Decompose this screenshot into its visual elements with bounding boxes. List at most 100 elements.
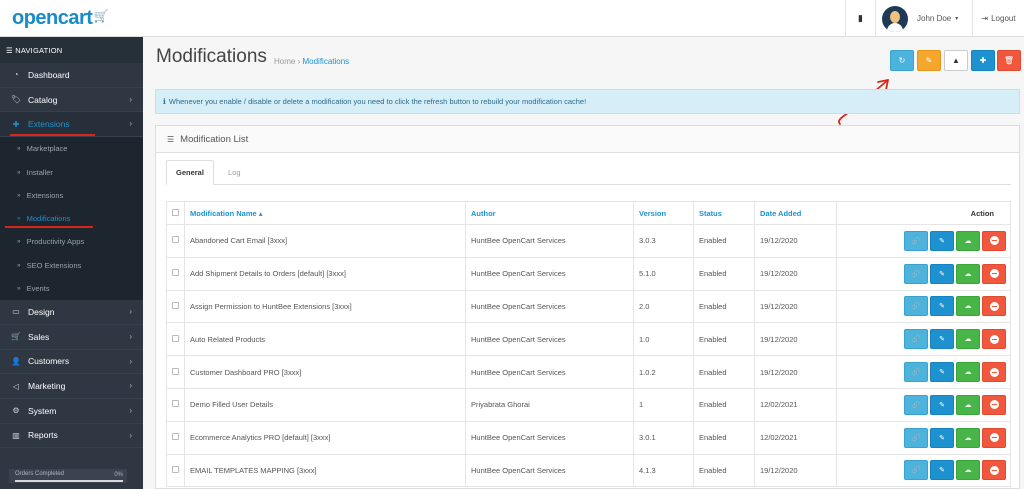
enable-button[interactable]: ☁	[956, 362, 980, 383]
sidebar-subitem-marketplace[interactable]: » Marketplace	[0, 137, 143, 160]
edit-button[interactable]: ✎	[930, 362, 954, 383]
minus-circle-icon	[989, 269, 999, 279]
column-header-status[interactable]: Status	[693, 201, 755, 225]
column-header-date-added[interactable]: Date Added	[754, 201, 837, 225]
sidebar-subitem-seo-extensions[interactable]: » SEO Extensions	[0, 254, 143, 277]
link-button[interactable]: 🔗	[904, 329, 928, 350]
disable-button[interactable]	[982, 296, 1006, 317]
sidebar-item-system[interactable]: ⚙ System ›	[0, 399, 143, 424]
row-checkbox[interactable]	[172, 465, 179, 473]
disable-button[interactable]	[982, 230, 1006, 251]
row-checkbox[interactable]	[172, 269, 179, 277]
modification-version: 5.1.0	[633, 256, 694, 291]
double-arrow-icon: »	[17, 191, 21, 199]
cloud-icon: ☁	[964, 434, 972, 442]
user-menu[interactable]: John Doe ▾	[875, 0, 972, 37]
sidebar-item-reports[interactable]: ▥ Reports ›	[0, 424, 143, 449]
edit-button[interactable]: ✎	[930, 460, 954, 481]
breadcrumb-current[interactable]: Modifications	[302, 57, 349, 66]
column-header-name[interactable]: Modification Name ▴	[184, 201, 466, 225]
link-button[interactable]: 🔗	[904, 230, 928, 251]
disable-button[interactable]	[982, 427, 1006, 448]
enable-button[interactable]: ☁	[956, 394, 980, 415]
disable-button[interactable]	[982, 394, 1006, 415]
sidebar-item-dashboard[interactable]: ◔ Dashboard	[0, 63, 143, 88]
link-button[interactable]: 🔗	[904, 296, 928, 317]
edit-button[interactable]: ✎	[930, 263, 954, 284]
modification-name: Abandoned Cart Email [3xxx]	[184, 224, 466, 258]
edit-button[interactable]: ✎	[930, 329, 954, 350]
link-button[interactable]: 🔗	[904, 460, 928, 481]
logout-link[interactable]: ⇥ Logout	[972, 0, 1024, 37]
add-button[interactable]: ✚	[971, 50, 995, 71]
sidebar-subitem-productivity-apps[interactable]: » Productivity Apps	[0, 230, 143, 253]
link-icon: 🔗	[911, 237, 921, 245]
row-checkbox[interactable]	[172, 236, 179, 244]
edit-button[interactable]: ✎	[930, 394, 954, 415]
sidebar-item-catalog[interactable]: 🏷 Catalog ›	[0, 88, 143, 113]
row-checkbox[interactable]	[172, 400, 179, 408]
row-checkbox[interactable]	[172, 433, 179, 441]
bookmark-button[interactable]: ▮	[845, 0, 875, 37]
bar-chart-icon: ▥	[12, 430, 20, 440]
sidebar-navigation: ☰ NAVIGATION ◔ Dashboard 🏷 Catalog › ✚ E…	[0, 37, 143, 489]
disable-button[interactable]	[982, 362, 1006, 383]
disable-button[interactable]	[982, 460, 1006, 481]
row-actions: 🔗 ✎ ☁	[842, 329, 1010, 350]
clear-button[interactable]: ✎	[917, 50, 941, 71]
enable-button[interactable]: ☁	[956, 263, 980, 284]
link-button[interactable]: 🔗	[904, 263, 928, 284]
modification-author: HuntBee OpenCart Services	[465, 322, 634, 357]
cart-logo-icon: 🛒	[93, 9, 108, 23]
modification-author: HuntBee OpenCart Services	[465, 420, 634, 455]
link-button[interactable]: 🔗	[904, 427, 928, 448]
row-actions-cell: 🔗 ✎ ☁	[836, 256, 1011, 291]
sidebar-item-marketing[interactable]: ◁ Marketing ›	[0, 374, 143, 399]
row-checkbox[interactable]	[172, 367, 179, 375]
modification-author: HuntBee OpenCart Services	[465, 224, 634, 258]
link-icon: 🔗	[911, 434, 921, 442]
enable-button[interactable]: ☁	[956, 296, 980, 317]
sidebar-item-design[interactable]: ▭ Design ›	[0, 300, 143, 325]
modification-date-added: 19/12/2020	[754, 453, 837, 488]
tab-log[interactable]: Log	[219, 160, 250, 185]
delete-button[interactable]: 🗑	[997, 50, 1021, 71]
modifications-table: Modification Name ▴ Author Version Statu…	[166, 201, 1011, 488]
enable-button[interactable]: ☁	[956, 230, 980, 251]
column-header-version[interactable]: Version	[633, 201, 694, 225]
monitor-icon: ▭	[12, 307, 20, 317]
disable-button[interactable]	[982, 263, 1006, 284]
disable-button[interactable]	[982, 329, 1006, 350]
table-row: Auto Related Products HuntBee OpenCart Se…	[166, 322, 1011, 357]
enable-button[interactable]: ☁	[956, 329, 980, 350]
modification-date-added: 12/02/2021	[754, 420, 837, 455]
opencart-logo[interactable]: opencart🛒	[12, 7, 108, 30]
log-button[interactable]: ▲	[944, 50, 968, 71]
edit-button[interactable]: ✎	[930, 427, 954, 448]
row-checkbox[interactable]	[172, 334, 179, 342]
chevron-right-icon: ›	[129, 405, 132, 415]
link-button[interactable]: 🔗	[904, 394, 928, 415]
row-checkbox[interactable]	[172, 301, 179, 309]
link-icon: 🔗	[911, 303, 921, 311]
sidebar-item-sales[interactable]: 🛒 Sales ›	[0, 325, 143, 350]
annotation-underline-modifications	[5, 226, 93, 228]
edit-button[interactable]: ✎	[930, 230, 954, 251]
link-icon: 🔗	[911, 467, 921, 475]
sidebar-subitem-extensions[interactable]: » Extensions	[0, 184, 143, 207]
sidebar-subitem-installer[interactable]: » Installer	[0, 160, 143, 183]
breadcrumb-home[interactable]: Home	[274, 57, 295, 66]
column-header-author[interactable]: Author	[465, 201, 634, 225]
enable-button[interactable]: ☁	[956, 460, 980, 481]
tab-general[interactable]: General	[166, 160, 214, 185]
select-all-checkbox[interactable]	[172, 208, 179, 216]
row-select-cell	[166, 289, 185, 324]
sidebar-subitem-label: Marketplace	[26, 144, 68, 154]
modification-status: Enabled	[693, 355, 755, 389]
enable-button[interactable]: ☁	[956, 427, 980, 448]
sidebar-subitem-events[interactable]: » Events	[0, 277, 143, 300]
sidebar-item-customers[interactable]: 👤 Customers ›	[0, 350, 143, 375]
alert-text: Whenever you enable / disable or delete …	[168, 97, 587, 106]
edit-button[interactable]: ✎	[930, 296, 954, 317]
link-button[interactable]: 🔗	[904, 362, 928, 383]
